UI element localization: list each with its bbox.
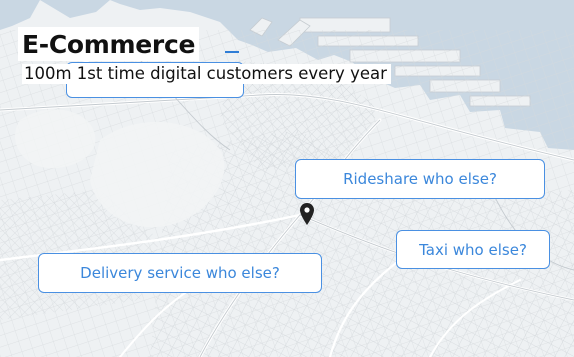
taxi-callout[interactable]: Taxi who else?: [396, 230, 550, 269]
callout-label: Delivery service who else?: [80, 264, 280, 282]
text-cursor: [225, 51, 239, 53]
callout-label: Taxi who else?: [419, 240, 527, 259]
location-pin-icon[interactable]: [300, 203, 314, 225]
rideshare-callout[interactable]: Rideshare who else?: [295, 159, 545, 199]
delivery-callout[interactable]: Delivery service who else?: [38, 253, 322, 293]
callout-label: Rideshare who else?: [343, 170, 497, 188]
title-label: E-Commerce: [18, 27, 200, 61]
page-subtitle: 100m 1st time digital customers every ye…: [24, 64, 387, 83]
page-title: E-Commerce: [22, 29, 196, 59]
subtitle-label: 100m 1st time digital customers every ye…: [22, 64, 391, 84]
